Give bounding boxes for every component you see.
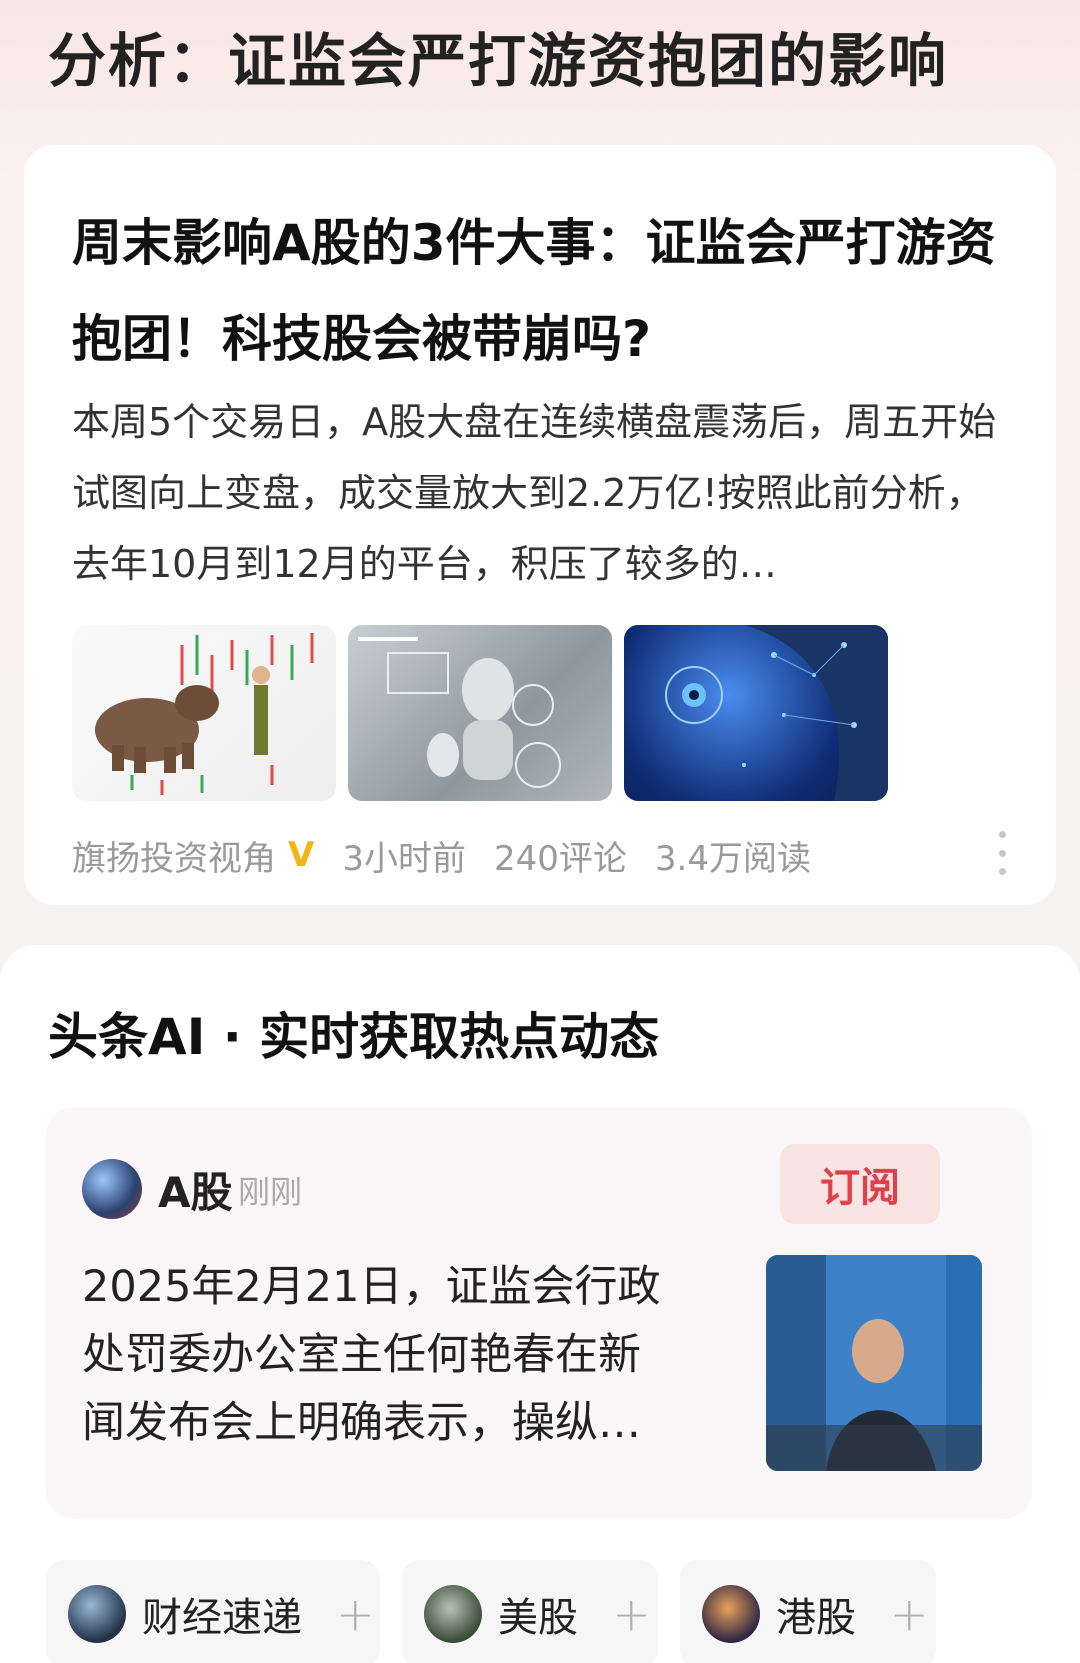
verified-badge-icon: V	[288, 835, 315, 875]
tag-finance-express[interactable]: 财经速递 +	[46, 1560, 380, 1663]
hk-stocks-avatar	[702, 1585, 760, 1643]
source-time: 刚刚	[238, 1173, 303, 1211]
tag-label: 美股	[498, 1595, 578, 1641]
author-name[interactable]: 旗扬投资视角	[72, 831, 276, 880]
bear-market-thumbnail[interactable]	[72, 625, 336, 801]
ai-hot-topics-section: 头条AI · 实时获取热点动态 A股 刚刚 订阅 2025年2月21日，证监会行…	[0, 945, 1080, 1663]
ai-face-thumbnail[interactable]	[624, 625, 888, 801]
ai-robot-thumbnail[interactable]	[348, 625, 612, 801]
bear-figure-image	[95, 633, 314, 795]
article-meta: 旗扬投资视角 V 3小时前 240评论 3.4万阅读	[72, 825, 1008, 885]
article-title[interactable]: 周末影响A股的3件大事：证监会严打游资抱团！科技股会被带崩吗?	[72, 195, 1022, 387]
source-name[interactable]: A股	[158, 1159, 233, 1220]
robot-image	[358, 637, 561, 788]
ai-section-title: 头条AI · 实时获取热点动态	[48, 1008, 660, 1066]
finance-express-avatar	[68, 1585, 126, 1643]
article-card[interactable]: 周末影响A股的3件大事：证监会严打游资抱团！科技股会被带崩吗? 本周5个交易日，…	[24, 145, 1056, 905]
topic-tags: 财经速递 + 美股 + 港股 +	[46, 1560, 936, 1663]
source-avatar[interactable]	[82, 1159, 142, 1219]
plus-icon[interactable]: +	[890, 1587, 929, 1641]
news-text[interactable]: 2025年2月21日，证监会行政处罚委办公室主任何艳春在新闻发布会上明确表示，操…	[82, 1253, 682, 1457]
us-stocks-avatar	[424, 1585, 482, 1643]
plus-icon[interactable]: +	[336, 1587, 375, 1641]
ai-eye-image	[665, 625, 888, 801]
press-conference-image[interactable]	[766, 1255, 982, 1471]
press-conference-photo	[766, 1255, 982, 1471]
article-thumbnails	[72, 625, 888, 801]
plus-icon[interactable]: +	[612, 1587, 651, 1641]
tag-hk-stocks[interactable]: 港股 +	[680, 1560, 936, 1663]
subscribe-button[interactable]: 订阅	[780, 1144, 940, 1224]
publish-time: 3小时前	[342, 838, 466, 879]
more-options-icon[interactable]	[996, 831, 1008, 875]
article-summary[interactable]: 本周5个交易日，A股大盘在连续横盘震荡后，周五开始试图向上变盘，成交量放大到2.…	[72, 387, 1018, 600]
tag-label: 港股	[776, 1595, 856, 1641]
tag-label: 财经速递	[142, 1595, 302, 1641]
ai-news-card[interactable]: A股 刚刚 订阅 2025年2月21日，证监会行政处罚委办公室主任何艳春在新闻发…	[46, 1107, 1032, 1519]
read-count: 3.4万阅读	[654, 838, 811, 879]
tag-us-stocks[interactable]: 美股 +	[402, 1560, 658, 1663]
page-title: 分析：证监会严打游资抱团的影响	[48, 27, 949, 95]
comment-count: 240评论	[493, 838, 627, 879]
